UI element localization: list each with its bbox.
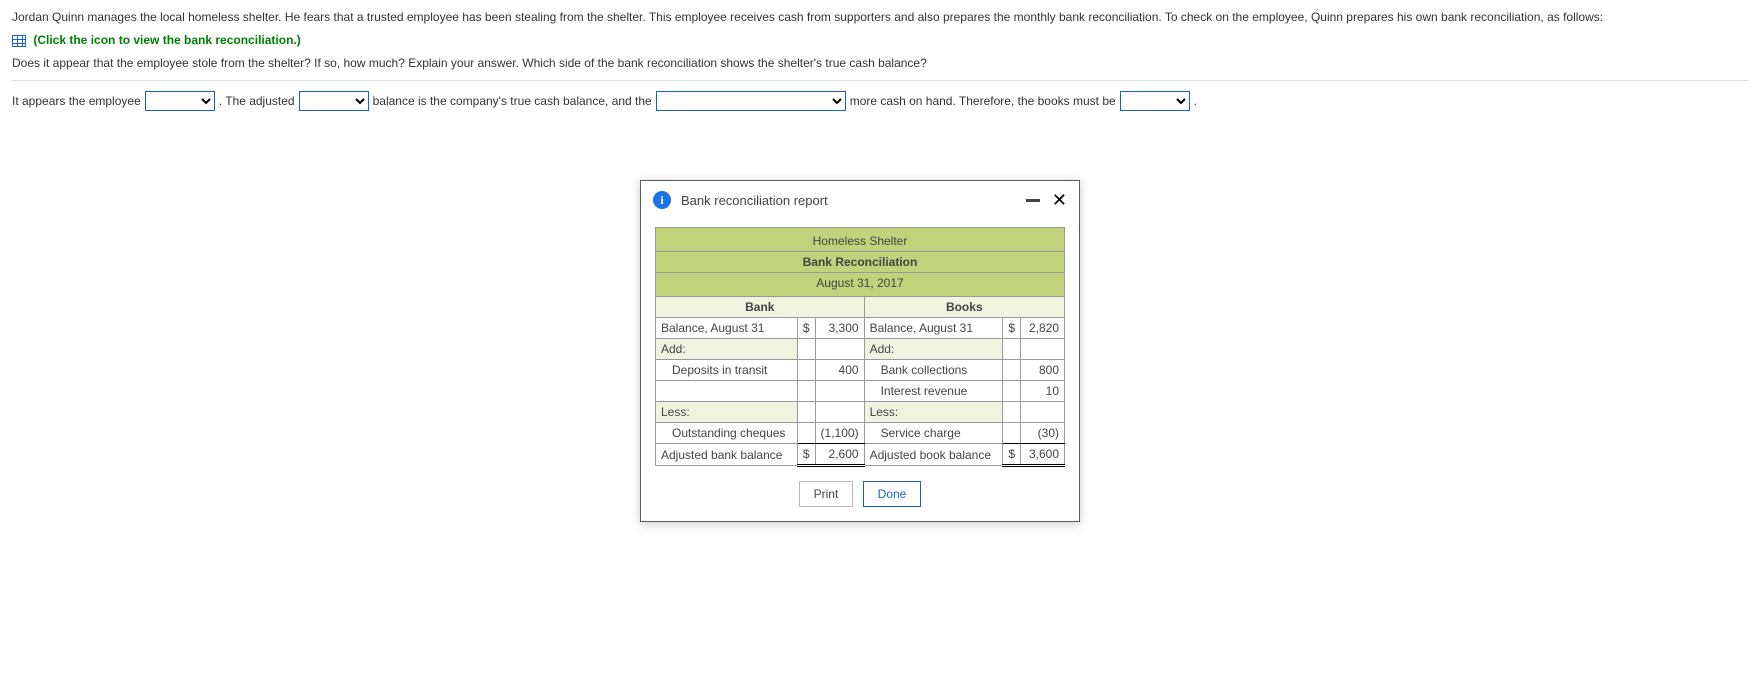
org-name: Homeless Shelter: [656, 228, 1065, 252]
answer-text-5: .: [1194, 94, 1197, 108]
done-button[interactable]: Done: [863, 481, 922, 507]
books-balance-value: 2,820: [1021, 318, 1065, 339]
modal-header: i Bank reconciliation report ✕: [641, 181, 1079, 219]
books-add-item-2-label: Interest revenue: [864, 381, 1003, 402]
reconciliation-table: Homeless Shelter Bank Reconciliation Aug…: [655, 227, 1065, 467]
books-balance-label: Balance, August 31: [864, 318, 1003, 339]
books-balance-currency: $: [1003, 318, 1021, 339]
answer-text-3: balance is the company's true cash balan…: [373, 94, 652, 108]
dropdown-2[interactable]: [299, 91, 369, 111]
bank-balance-value: 3,300: [815, 318, 864, 339]
books-adjusted-currency: $: [1003, 444, 1021, 466]
books-adjusted-label: Adjusted book balance: [864, 444, 1003, 466]
print-button[interactable]: Print: [799, 481, 854, 507]
info-icon: i: [653, 191, 671, 209]
answer-text-2: . The adjusted: [219, 94, 295, 108]
bank-add-item-1-label: Deposits in transit: [656, 360, 798, 381]
answer-text-1: It appears the employee: [12, 94, 141, 108]
bank-less-label: Less:: [656, 402, 798, 423]
bank-add-item-1-value: 400: [815, 360, 864, 381]
books-column-header: Books: [864, 297, 1064, 318]
answer-sentence: It appears the employee . The adjusted b…: [12, 91, 1749, 111]
minimize-icon[interactable]: [1026, 199, 1040, 202]
divider: [12, 80, 1749, 81]
books-adjusted-value: 3,600: [1021, 444, 1065, 466]
bank-less-item-1-value: (1,100): [815, 423, 864, 444]
bank-adjusted-currency: $: [797, 444, 815, 466]
doc-title: Bank Reconciliation: [656, 252, 1065, 273]
books-add-item-1-label: Bank collections: [864, 360, 1003, 381]
doc-date: August 31, 2017: [656, 273, 1065, 297]
answer-text-4: more cash on hand. Therefore, the books …: [850, 94, 1116, 108]
bank-column-header: Bank: [656, 297, 865, 318]
intro-paragraph-1: Jordan Quinn manages the local homeless …: [12, 8, 1749, 27]
modal-title: Bank reconciliation report: [681, 193, 828, 208]
books-less-item-1-label: Service charge: [864, 423, 1003, 444]
books-add-item-2-value: 10: [1021, 381, 1065, 402]
books-less-item-1-value: (30): [1021, 423, 1065, 444]
bank-reconciliation-modal: i Bank reconciliation report ✕ Homeless …: [640, 180, 1080, 522]
dropdown-3[interactable]: [656, 91, 846, 111]
bank-less-item-1-label: Outstanding cheques: [656, 423, 798, 444]
bank-adjusted-value: 2,600: [815, 444, 864, 466]
bank-balance-currency: $: [797, 318, 815, 339]
bank-balance-label: Balance, August 31: [656, 318, 798, 339]
dropdown-4[interactable]: [1120, 91, 1190, 111]
table-icon[interactable]: [12, 35, 26, 47]
books-add-item-1-value: 800: [1021, 360, 1065, 381]
view-reconciliation-link[interactable]: (Click the icon to view the bank reconci…: [33, 33, 300, 47]
bank-add-label: Add:: [656, 339, 798, 360]
books-add-label: Add:: [864, 339, 1003, 360]
bank-adjusted-label: Adjusted bank balance: [656, 444, 798, 466]
books-less-label: Less:: [864, 402, 1003, 423]
intro-paragraph-2: Does it appear that the employee stole f…: [12, 54, 1749, 73]
dropdown-1[interactable]: [145, 91, 215, 111]
close-icon[interactable]: ✕: [1052, 191, 1067, 209]
